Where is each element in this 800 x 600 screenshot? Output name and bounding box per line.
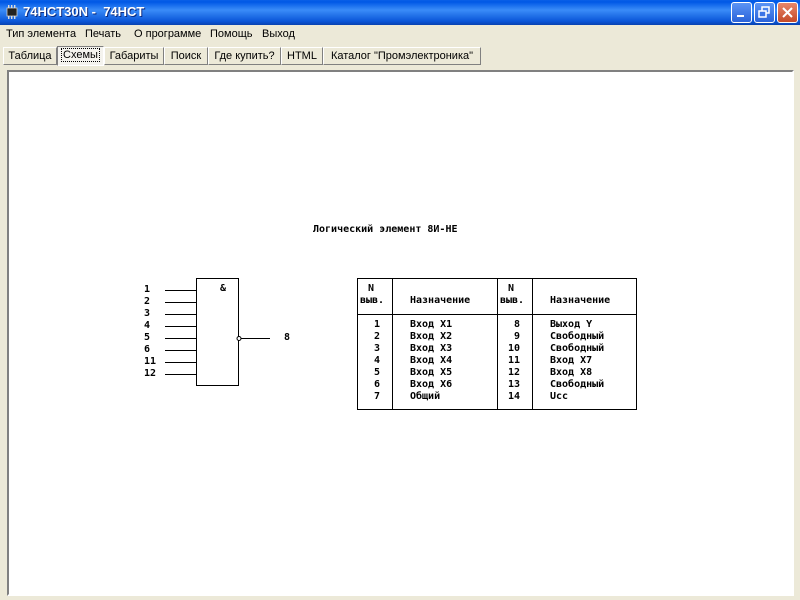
schematic-diagram [165, 278, 637, 410]
inversion-bubble [236, 336, 242, 341]
table-header-pin: выв. [500, 295, 525, 306]
table-cell-pin: 11 [508, 355, 521, 366]
table-cell-purpose: Выход Y [550, 319, 593, 330]
table-cell-pin: 13 [508, 379, 521, 390]
table-cell-pin: 7 [374, 391, 381, 402]
table-cell-purpose: Ucc [550, 391, 569, 402]
table-cell-purpose: Общий [410, 391, 441, 402]
table-header-purpose: Назначение [550, 295, 611, 306]
table-cell-pin: 2 [374, 331, 381, 342]
input-lines [165, 290, 196, 375]
table-cell-purpose: Вход X4 [410, 355, 453, 366]
table-cell-purpose: Свободный [550, 343, 605, 354]
output-pin-label: 8 [284, 332, 291, 343]
schematic-heading: Логический элемент 8И-НЕ [313, 224, 458, 235]
table-cell-pin: 12 [508, 367, 521, 378]
gate-symbol: & [220, 283, 227, 294]
input-pin-label: 6 [144, 344, 151, 355]
table-cell-purpose: Свободный [550, 379, 605, 390]
table-cell-purpose: Вход X8 [550, 367, 593, 378]
table-cell-purpose: Свободный [550, 331, 605, 342]
table-cell-purpose: Вход X6 [410, 379, 453, 390]
input-pin-label: 2 [144, 296, 151, 307]
table-cell-pin: 9 [514, 331, 521, 342]
table-header-pin: выв. [360, 295, 385, 306]
table-cell-purpose: Вход X7 [550, 355, 593, 366]
table-cell-pin: 1 [374, 319, 381, 330]
input-pin-label: 12 [144, 368, 157, 379]
table-cell-pin: 3 [374, 343, 381, 354]
table-cell-purpose: Вход X3 [410, 343, 453, 354]
input-pin-label: 11 [144, 356, 157, 367]
table-cell-pin: 5 [374, 367, 381, 378]
table-cell-pin: 10 [508, 343, 521, 354]
table-cell-pin: 6 [374, 379, 381, 390]
table-cell-pin: 14 [508, 391, 521, 402]
table-header-n: N [368, 283, 375, 294]
table-header-purpose: Назначение [410, 295, 471, 306]
table-header-n: N [508, 283, 515, 294]
input-pin-label: 3 [144, 308, 151, 319]
nand-gate-body [196, 278, 239, 386]
table-cell-pin: 4 [374, 355, 381, 366]
input-pin-label: 1 [144, 284, 151, 295]
table-cell-pin: 8 [514, 319, 521, 330]
input-pin-label: 4 [144, 320, 151, 331]
table-cell-purpose: Вход X2 [410, 331, 453, 342]
table-cell-purpose: Вход X1 [410, 319, 453, 330]
table-cell-purpose: Вход X5 [410, 367, 453, 378]
input-pin-label: 5 [144, 332, 151, 343]
